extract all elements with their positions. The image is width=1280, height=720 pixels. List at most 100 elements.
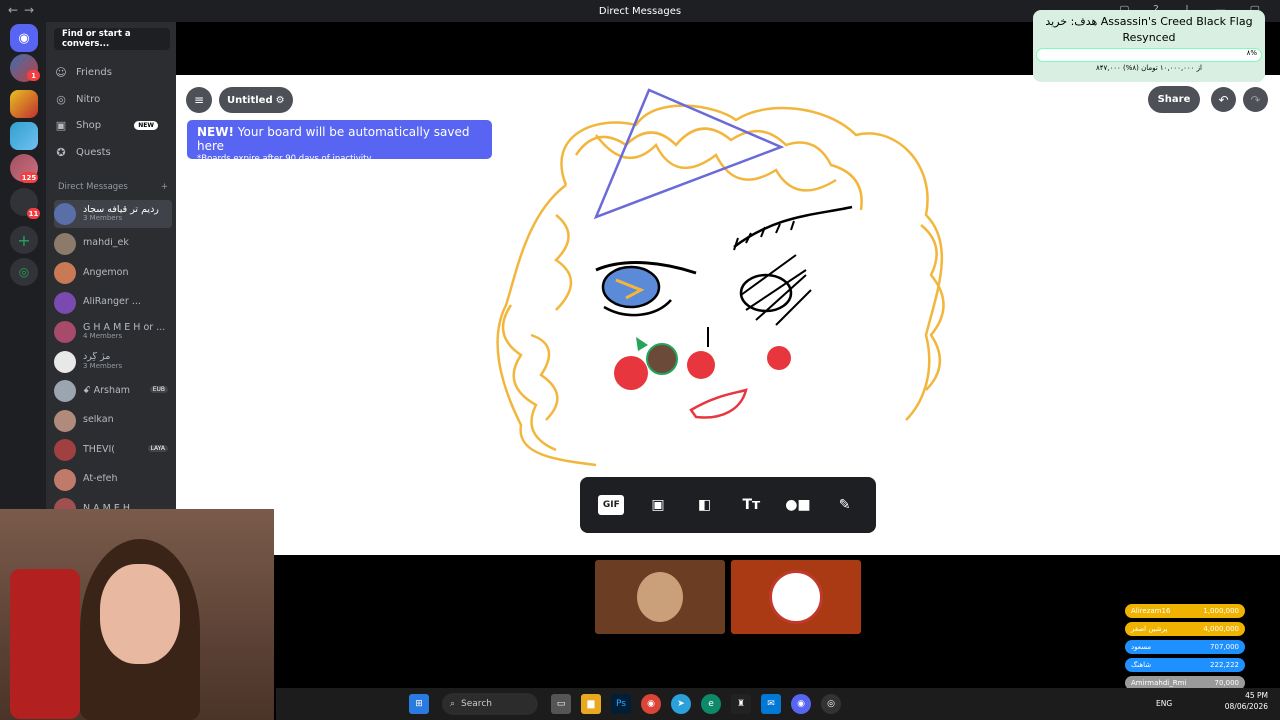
donor-amount: 222,222	[1210, 661, 1239, 669]
donor-name: پرشین اصغر	[1131, 625, 1168, 633]
avatar	[54, 203, 76, 225]
shop-icon: ▣	[55, 118, 67, 132]
dm-item[interactable]: N A M E H	[54, 495, 172, 510]
server-icon[interactable]	[10, 122, 38, 150]
participant-tile[interactable]	[731, 560, 861, 634]
outlook-icon[interactable]: ✉	[761, 694, 781, 714]
banner-text: Your board will be automatically saved h…	[197, 125, 470, 153]
donor-row: شاهنگ 222,222	[1125, 658, 1245, 672]
participant-tile[interactable]	[595, 560, 725, 634]
hair-scribble	[496, 104, 945, 467]
photoshop-icon[interactable]: Ps	[611, 694, 631, 714]
avatar	[769, 570, 823, 624]
nav-shop[interactable]: ▣ Shop NEW	[54, 113, 172, 137]
donor-name: Alirezam16	[1131, 607, 1171, 615]
whiteboard[interactable]: ≡ Untitled ⚙ NEW! Your board will be auto…	[176, 75, 1280, 555]
cheeks	[614, 346, 791, 390]
dm-item[interactable]: G H A M E H or ... 4 Members	[54, 318, 172, 346]
donor-row: Alirezam16 1,000,000	[1125, 604, 1245, 618]
goal-progress-bar: ۸%	[1036, 48, 1262, 62]
search-input[interactable]: Find or start a convers...	[54, 28, 170, 50]
avatar	[54, 232, 76, 255]
avatar	[54, 291, 76, 314]
new-badge: NEW	[134, 120, 158, 130]
edge-icon[interactable]: e	[701, 694, 721, 714]
menu-icon[interactable]: ≡	[186, 87, 212, 113]
taskbar-search[interactable]: ⌕ Search	[442, 693, 538, 715]
add-image-icon[interactable]: ▣	[645, 492, 671, 518]
add-server-icon[interactable]: +	[10, 226, 38, 254]
nav-arrows-icon[interactable]: ←→	[8, 3, 40, 17]
dm-header: Direct Messages +	[58, 182, 168, 192]
dm-item[interactable]: ردیم تر قیافه سجاد 3 Members	[54, 200, 172, 228]
taskbar: ⊞ ⌕ Search ▭ ▆ Ps ◉ ➤ e ♜ ✉ ◉ ◎ ENG 45 PM…	[276, 688, 1280, 720]
window-title: Direct Messages	[598, 5, 682, 17]
dm-name: At-efeh	[83, 474, 118, 485]
server-badge: 125	[20, 172, 38, 183]
search-label: Search	[461, 699, 492, 709]
chrome-icon[interactable]: ◉	[641, 694, 661, 714]
donor-amount: 1,000,000	[1203, 607, 1239, 615]
donor-row: مسعود 707,000	[1125, 640, 1245, 654]
discord-home-icon[interactable]: ◉	[10, 24, 38, 52]
right-eye	[739, 273, 793, 313]
text-icon[interactable]: Tт	[738, 492, 764, 518]
board-title-button[interactable]: Untitled ⚙	[219, 87, 293, 113]
nav-label: Nitro	[76, 93, 101, 105]
quests-icon: ✪	[56, 145, 66, 159]
donation-goal-overlay: هدف: خرید Assassin's Creed Black Flag Re…	[1033, 10, 1265, 82]
server-badge: 11	[27, 208, 40, 219]
dm-name: selkan	[83, 415, 114, 426]
friends-icon: ☺	[55, 65, 67, 79]
search-icon: ⌕	[450, 699, 456, 709]
dm-sidebar: Find or start a convers... ☺ Friends ◎ Nit…	[46, 22, 176, 510]
windows-start-icon[interactable]: ⊞	[409, 694, 429, 714]
dm-item[interactable]: AliRanger ...	[54, 289, 172, 317]
nav-friends[interactable]: ☺ Friends	[54, 60, 172, 84]
obs-icon[interactable]: ◎	[821, 694, 841, 714]
dm-item[interactable]: LAYA THEVI(	[54, 436, 172, 464]
dm-item[interactable]: selkan	[54, 407, 172, 435]
shapes-icon[interactable]: ●■	[785, 492, 811, 518]
discord-icon[interactable]: ◉	[791, 694, 811, 714]
goal-status: Resynced	[1122, 31, 1176, 44]
webcam-feed	[0, 509, 274, 720]
dm-subtitle: 3 Members	[83, 214, 123, 223]
server-icon[interactable]	[10, 90, 38, 118]
app-icon[interactable]: ♜	[731, 694, 751, 714]
task-view-icon[interactable]: ▭	[551, 694, 571, 714]
dm-item[interactable]: مژ گِرد 3 Members	[54, 348, 172, 376]
dm-item[interactable]: Angemon	[54, 259, 172, 287]
gear-icon: ⚙	[275, 94, 285, 106]
nav-label: Friends	[76, 66, 112, 78]
undo-icon[interactable]: ↶	[1211, 87, 1236, 112]
lips	[689, 388, 748, 419]
redo-icon[interactable]: ↷	[1243, 87, 1268, 112]
banner-subtext: *Boards expire after 90 days of inactivi…	[197, 154, 372, 164]
donor-amount: 707,000	[1210, 643, 1239, 651]
dm-item[interactable]: mahdi_ek	[54, 230, 172, 258]
discover-icon[interactable]: ◎	[10, 258, 38, 286]
autosave-banner: NEW! Your board will be automatically sa…	[187, 120, 492, 164]
avatar	[54, 321, 76, 343]
avatar	[54, 380, 76, 402]
clock[interactable]: 45 PM 08/06/2026	[1225, 691, 1268, 712]
goal-amount: ۸۴۷,۰۰۰ از ۱۰,۰۰۰,۰۰۰ تومان (۸%)	[1095, 64, 1203, 72]
dm-item[interactable]: EUB ꗃ Arsham	[54, 377, 172, 405]
server-badge: 1	[27, 70, 40, 81]
sticky-note-icon[interactable]: ◧	[692, 492, 718, 518]
gif-icon[interactable]: GIF	[598, 495, 625, 515]
nav-label: Quests	[76, 146, 111, 158]
language-indicator[interactable]: ENG	[1156, 699, 1172, 708]
goal-title: هدف: خرید Assassin's Creed Black Flag	[1045, 15, 1253, 28]
add-dm-icon[interactable]: +	[161, 182, 168, 192]
share-button[interactable]: Share	[1148, 86, 1200, 113]
nav-quests[interactable]: ✪ Quests	[54, 140, 172, 164]
avatar	[54, 350, 76, 373]
dm-item[interactable]: At-efeh	[54, 466, 172, 494]
file-explorer-icon[interactable]: ▆	[581, 694, 601, 714]
dm-name: Angemon	[83, 267, 129, 278]
nav-nitro[interactable]: ◎ Nitro	[54, 87, 172, 111]
pencil-icon[interactable]: ✎	[832, 492, 858, 518]
telegram-icon[interactable]: ➤	[671, 694, 691, 714]
